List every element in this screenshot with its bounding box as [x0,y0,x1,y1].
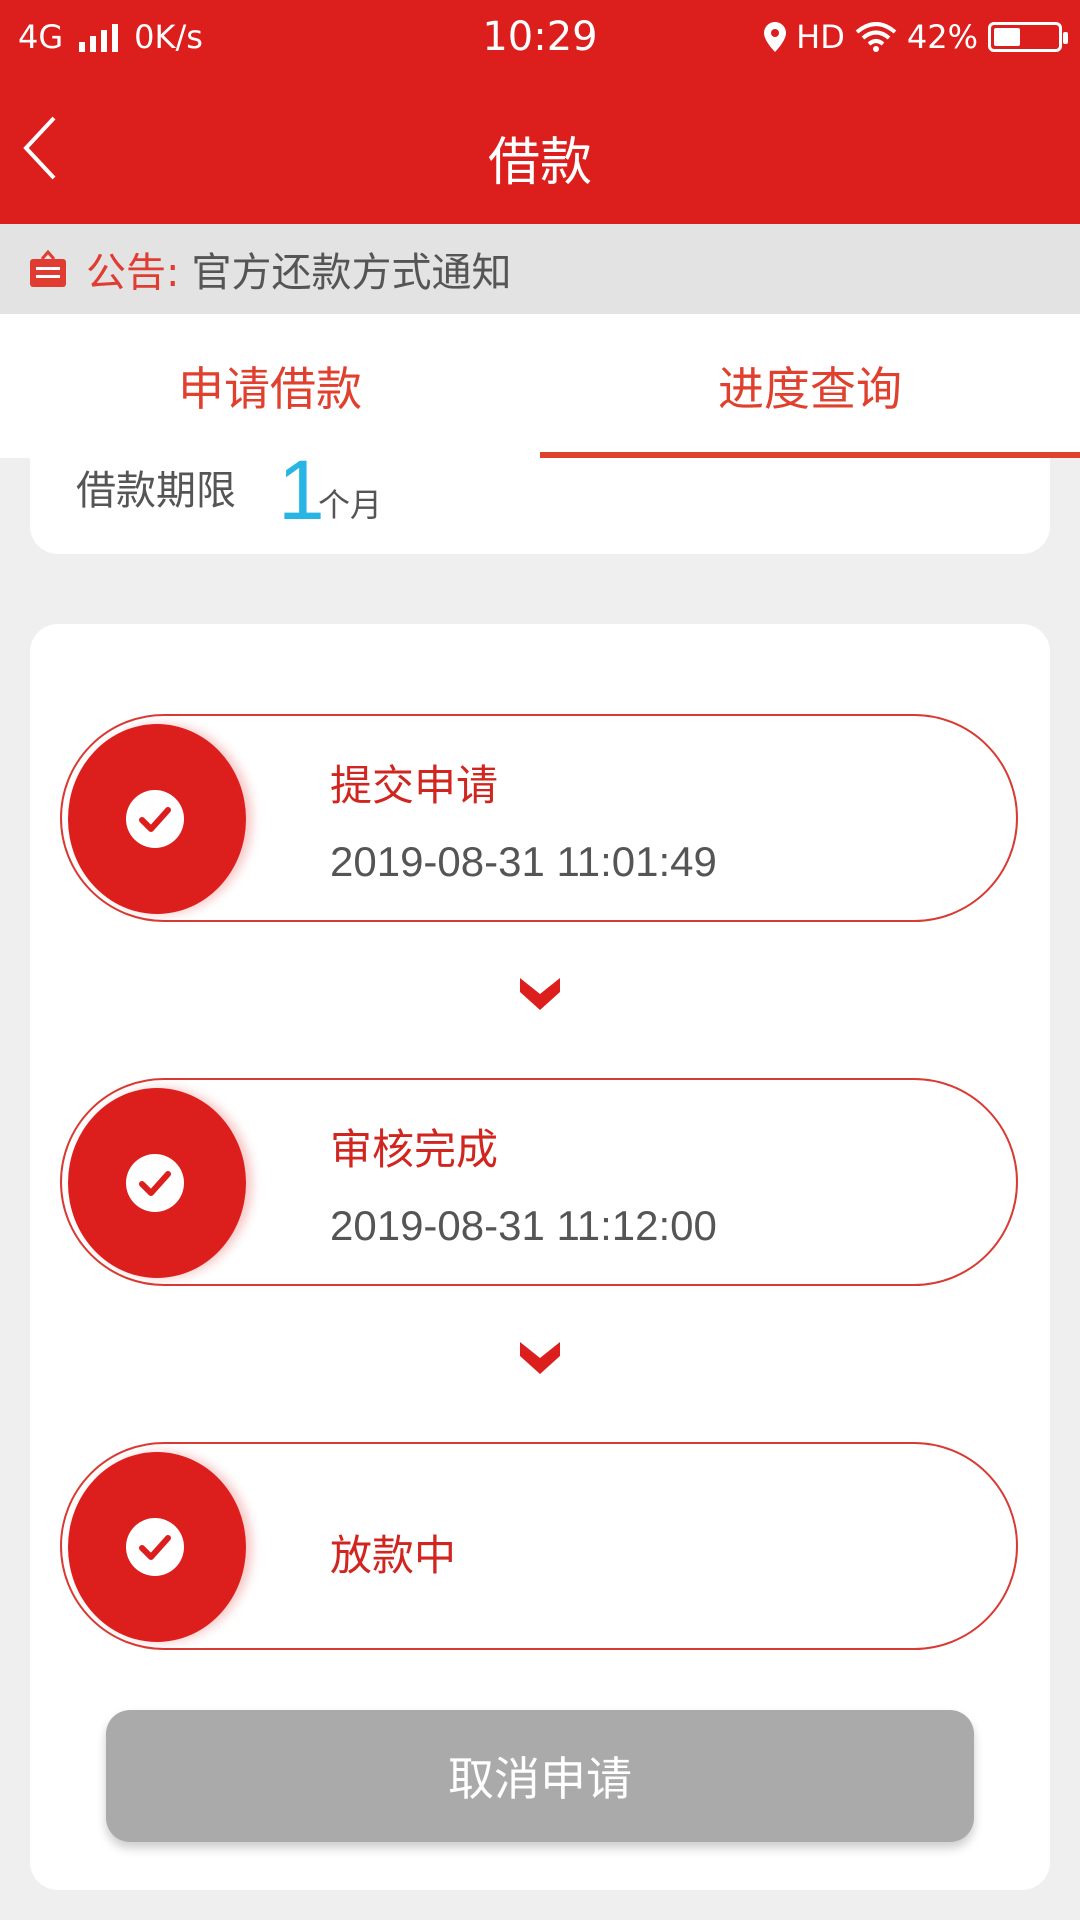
step-time: 2019-08-31 11:12:00 [330,1202,717,1249]
loan-term-card: 借款期限 1 个月 [30,443,1050,554]
tabs: 申请借款 进度查询 [0,314,1080,458]
loan-term-unit: 个月 [318,486,383,524]
chevron-down-icon [520,978,560,1010]
nav-bar: 借款 [0,76,1080,224]
chevron-down-icon [520,1342,560,1374]
battery-percent: 42% [906,18,978,56]
notice-bar[interactable]: 公告: 官方还款方式通知 [0,224,1080,314]
tab-apply-loan[interactable]: 申请借款 [0,314,540,458]
step-review: 审核完成 2019-08-31 11:12:00 [60,1078,1018,1286]
notice-label: 公告: [86,250,180,296]
cancel-application-button[interactable]: 取消申请 [106,1710,974,1842]
step-disbursing: 放款中 [60,1442,1018,1650]
wifi-icon [855,22,897,52]
step-submit: 提交申请 2019-08-31 11:01:49 [60,714,1018,922]
location-icon [764,22,787,52]
status-bar: 4G 0K/s 10:29 HD 42% [0,0,1080,76]
step-title: 审核完成 [330,1125,499,1174]
page-title: 借款 [487,133,592,193]
notice-board-icon [30,249,66,287]
step-status-circle [68,724,246,914]
tab-progress-query[interactable]: 进度查询 [540,314,1080,458]
check-icon [126,790,184,848]
progress-card: 提交申请 2019-08-31 11:01:49 审核完成 2019-08-31… [30,624,1050,1890]
step-title: 提交申请 [330,761,499,810]
notice-text[interactable]: 官方还款方式通知 [191,240,511,298]
step-status-circle [68,1088,246,1278]
check-icon [126,1154,184,1212]
header: 4G 0K/s 10:29 HD 42% 借款 [0,0,1080,224]
battery-icon [988,22,1068,52]
hd-indicator: HD [796,18,845,56]
check-icon [126,1518,184,1576]
page: 4G 0K/s 10:29 HD 42% 借款 公告: 官方还款方式通知 申请借… [0,0,1080,1920]
step-title: 放款中 [330,1531,457,1580]
step-status-circle [68,1452,246,1642]
loan-term-label: 借款期限 [76,468,236,514]
step-time: 2019-08-31 11:01:49 [330,838,717,885]
